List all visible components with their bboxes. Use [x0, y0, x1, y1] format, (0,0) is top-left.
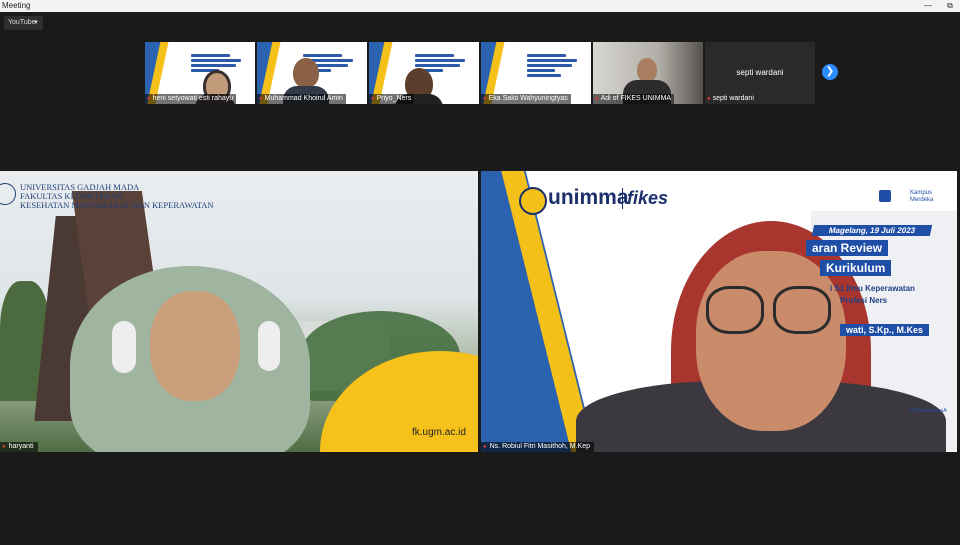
youtube-dropdown[interactable]: YouTube ▼	[4, 16, 43, 30]
participant-display-name: septi wardani	[736, 68, 784, 77]
event-title-line2: Kurikulum	[820, 260, 892, 276]
event-date: Magelang, 19 Juli 2023	[811, 225, 933, 236]
mic-muted-icon: ●	[483, 96, 487, 102]
participant-name: ● Priyo_Ners	[369, 94, 415, 104]
caret-down-icon: ▼	[33, 20, 39, 26]
participant-tile[interactable]: ● Adi of FIKES UNIMMA	[593, 42, 703, 104]
mic-muted-icon: ●	[371, 96, 375, 102]
event-subtitle-2: Profesi Ners	[840, 296, 888, 305]
event-subtitle-1: i S1 Ilmu Keperawatan	[830, 284, 915, 293]
mic-muted-icon: ●	[2, 444, 6, 450]
participant-name: ● Adi of FIKES UNIMMA	[593, 94, 675, 104]
kampus-icon	[879, 190, 891, 202]
participant-tile[interactable]: septi wardani ● septi wardani	[705, 42, 815, 104]
ugm-url: fk.ugm.ac.id	[412, 427, 466, 438]
event-title-line1: aran Review	[806, 240, 889, 256]
kampus-merdeka-label: Kampus Merdeka	[910, 190, 934, 203]
participant-tile[interactable]: ● Priyo_Ners	[369, 42, 479, 104]
mic-muted-icon: ●	[707, 96, 711, 102]
participant-name-left: ● haryanti	[0, 442, 38, 452]
video-pane-right[interactable]: ● Ns. Robiul Fitri Masithoh, M.Kep	[481, 171, 957, 452]
participant-name-right: ● Ns. Robiul Fitri Masithoh, M.Kep	[481, 442, 594, 452]
participant-tile[interactable]: ● Muhammad Khoirul Amin	[257, 42, 367, 104]
participant-name: ● Eka Sakti Wahyuningtyas	[481, 94, 571, 104]
title-bar: Meeting — ⧉	[0, 0, 960, 12]
unimma-logo	[519, 187, 547, 215]
restore-icon[interactable]: ⧉	[942, 0, 958, 12]
chevron-right-icon[interactable]: ❯	[822, 64, 838, 80]
brand-fikes: fikes	[622, 188, 668, 209]
speaker-name-banner: wati, S.Kp., M.Kes	[840, 324, 930, 336]
mic-muted-icon: ●	[483, 444, 487, 450]
participant-tile[interactable]: ● heni setyowati esti rahayu	[145, 42, 255, 104]
institution-header: UNIVERSITAS GADJAH MADA FAKULTAS KEDOKTE…	[20, 182, 214, 210]
hashtag: #FikesUnimmaA	[910, 408, 947, 414]
minimize-icon[interactable]: —	[920, 0, 936, 12]
window-title: Meeting	[2, 1, 31, 10]
video-pane-left[interactable]: UNIVERSITAS GADJAH MADA FAKULTAS KEDOKTE…	[0, 171, 478, 452]
mic-muted-icon: ●	[259, 96, 263, 102]
participant-tile[interactable]: ● Eka Sakti Wahyuningtyas	[481, 42, 591, 104]
youtube-label: YouTube	[8, 19, 36, 26]
participant-name: ● septi wardani	[707, 95, 754, 102]
participant-name: ● Muhammad Khoirul Amin	[257, 94, 346, 104]
brand-unimma: unimma	[548, 186, 629, 209]
participant-name: ● heni setyowati esti rahayu	[145, 94, 237, 104]
mic-muted-icon: ●	[147, 96, 151, 102]
mic-muted-icon: ●	[595, 96, 599, 102]
